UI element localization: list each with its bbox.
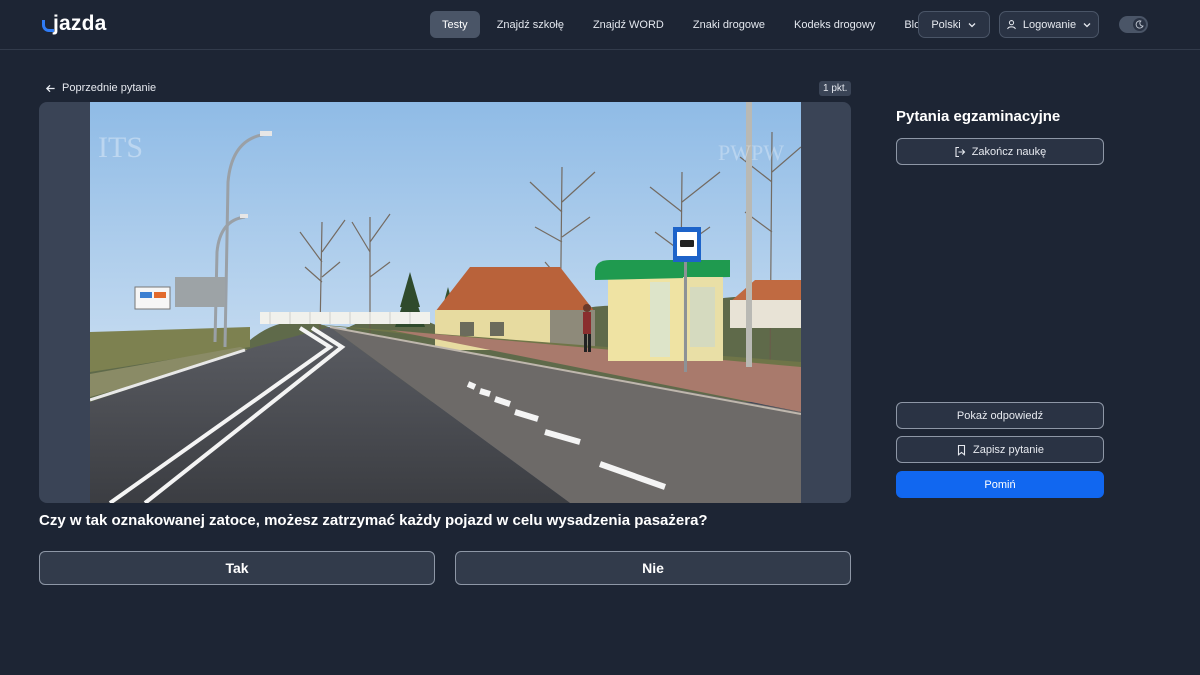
previous-question-label: Poprzednie pytanie bbox=[62, 82, 157, 94]
login-button[interactable]: Logowanie bbox=[999, 11, 1099, 38]
logo-mark bbox=[42, 13, 54, 35]
save-question-button[interactable]: Zapisz pytanie bbox=[896, 436, 1104, 463]
user-icon bbox=[1006, 19, 1017, 30]
sidebar-title: Pytania egzaminacyjne bbox=[896, 108, 1061, 125]
watermark-left: ITS bbox=[98, 131, 143, 164]
question-image-frame: ITS PWPW bbox=[39, 102, 851, 503]
top-header: jazda Testy Znajdź szkołę Znajdź WORD Zn… bbox=[0, 0, 1200, 50]
moon-icon bbox=[1133, 18, 1146, 31]
question-photo: ITS PWPW bbox=[90, 102, 801, 503]
nav-item-znajdz-word[interactable]: Znajdź WORD bbox=[581, 11, 676, 38]
show-answer-button[interactable]: Pokaż odpowiedź bbox=[896, 402, 1104, 429]
question-text: Czy w tak oznakowanej zatoce, możesz zat… bbox=[39, 512, 708, 529]
finish-learning-button[interactable]: Zakończ naukę bbox=[896, 138, 1104, 165]
nav-item-kodeks-drogowy[interactable]: Kodeks drogowy bbox=[782, 11, 887, 38]
logo[interactable]: jazda bbox=[42, 12, 107, 36]
nav-item-znajdz-szkole[interactable]: Znajdź szkołę bbox=[485, 11, 576, 38]
exit-icon bbox=[954, 146, 966, 158]
chevron-down-icon bbox=[967, 20, 977, 30]
save-question-label: Zapisz pytanie bbox=[973, 443, 1044, 456]
theme-toggle[interactable] bbox=[1119, 16, 1148, 33]
chevron-down-icon bbox=[1082, 20, 1092, 30]
finish-learning-label: Zakończ naukę bbox=[971, 145, 1047, 158]
points-badge: 1 pkt. bbox=[819, 81, 852, 96]
skip-button[interactable]: Pomiń bbox=[896, 471, 1104, 498]
login-label: Logowanie bbox=[1022, 18, 1077, 31]
nav-item-znaki-drogowe[interactable]: Znaki drogowe bbox=[681, 11, 777, 38]
language-select[interactable]: Polski bbox=[918, 11, 990, 38]
watermark-right: PWPW bbox=[718, 140, 784, 165]
previous-question-link[interactable]: Poprzednie pytanie bbox=[45, 80, 156, 96]
language-label: Polski bbox=[931, 18, 961, 31]
nav-item-testy[interactable]: Testy bbox=[430, 11, 480, 38]
answer-yes-button[interactable]: Tak bbox=[39, 551, 435, 585]
bookmark-icon bbox=[956, 444, 967, 456]
arrow-left-icon bbox=[45, 83, 56, 94]
logo-text: jazda bbox=[53, 12, 107, 35]
answer-no-button[interactable]: Nie bbox=[455, 551, 851, 585]
main-nav: Testy Znajdź szkołę Znajdź WORD Znaki dr… bbox=[430, 11, 943, 38]
